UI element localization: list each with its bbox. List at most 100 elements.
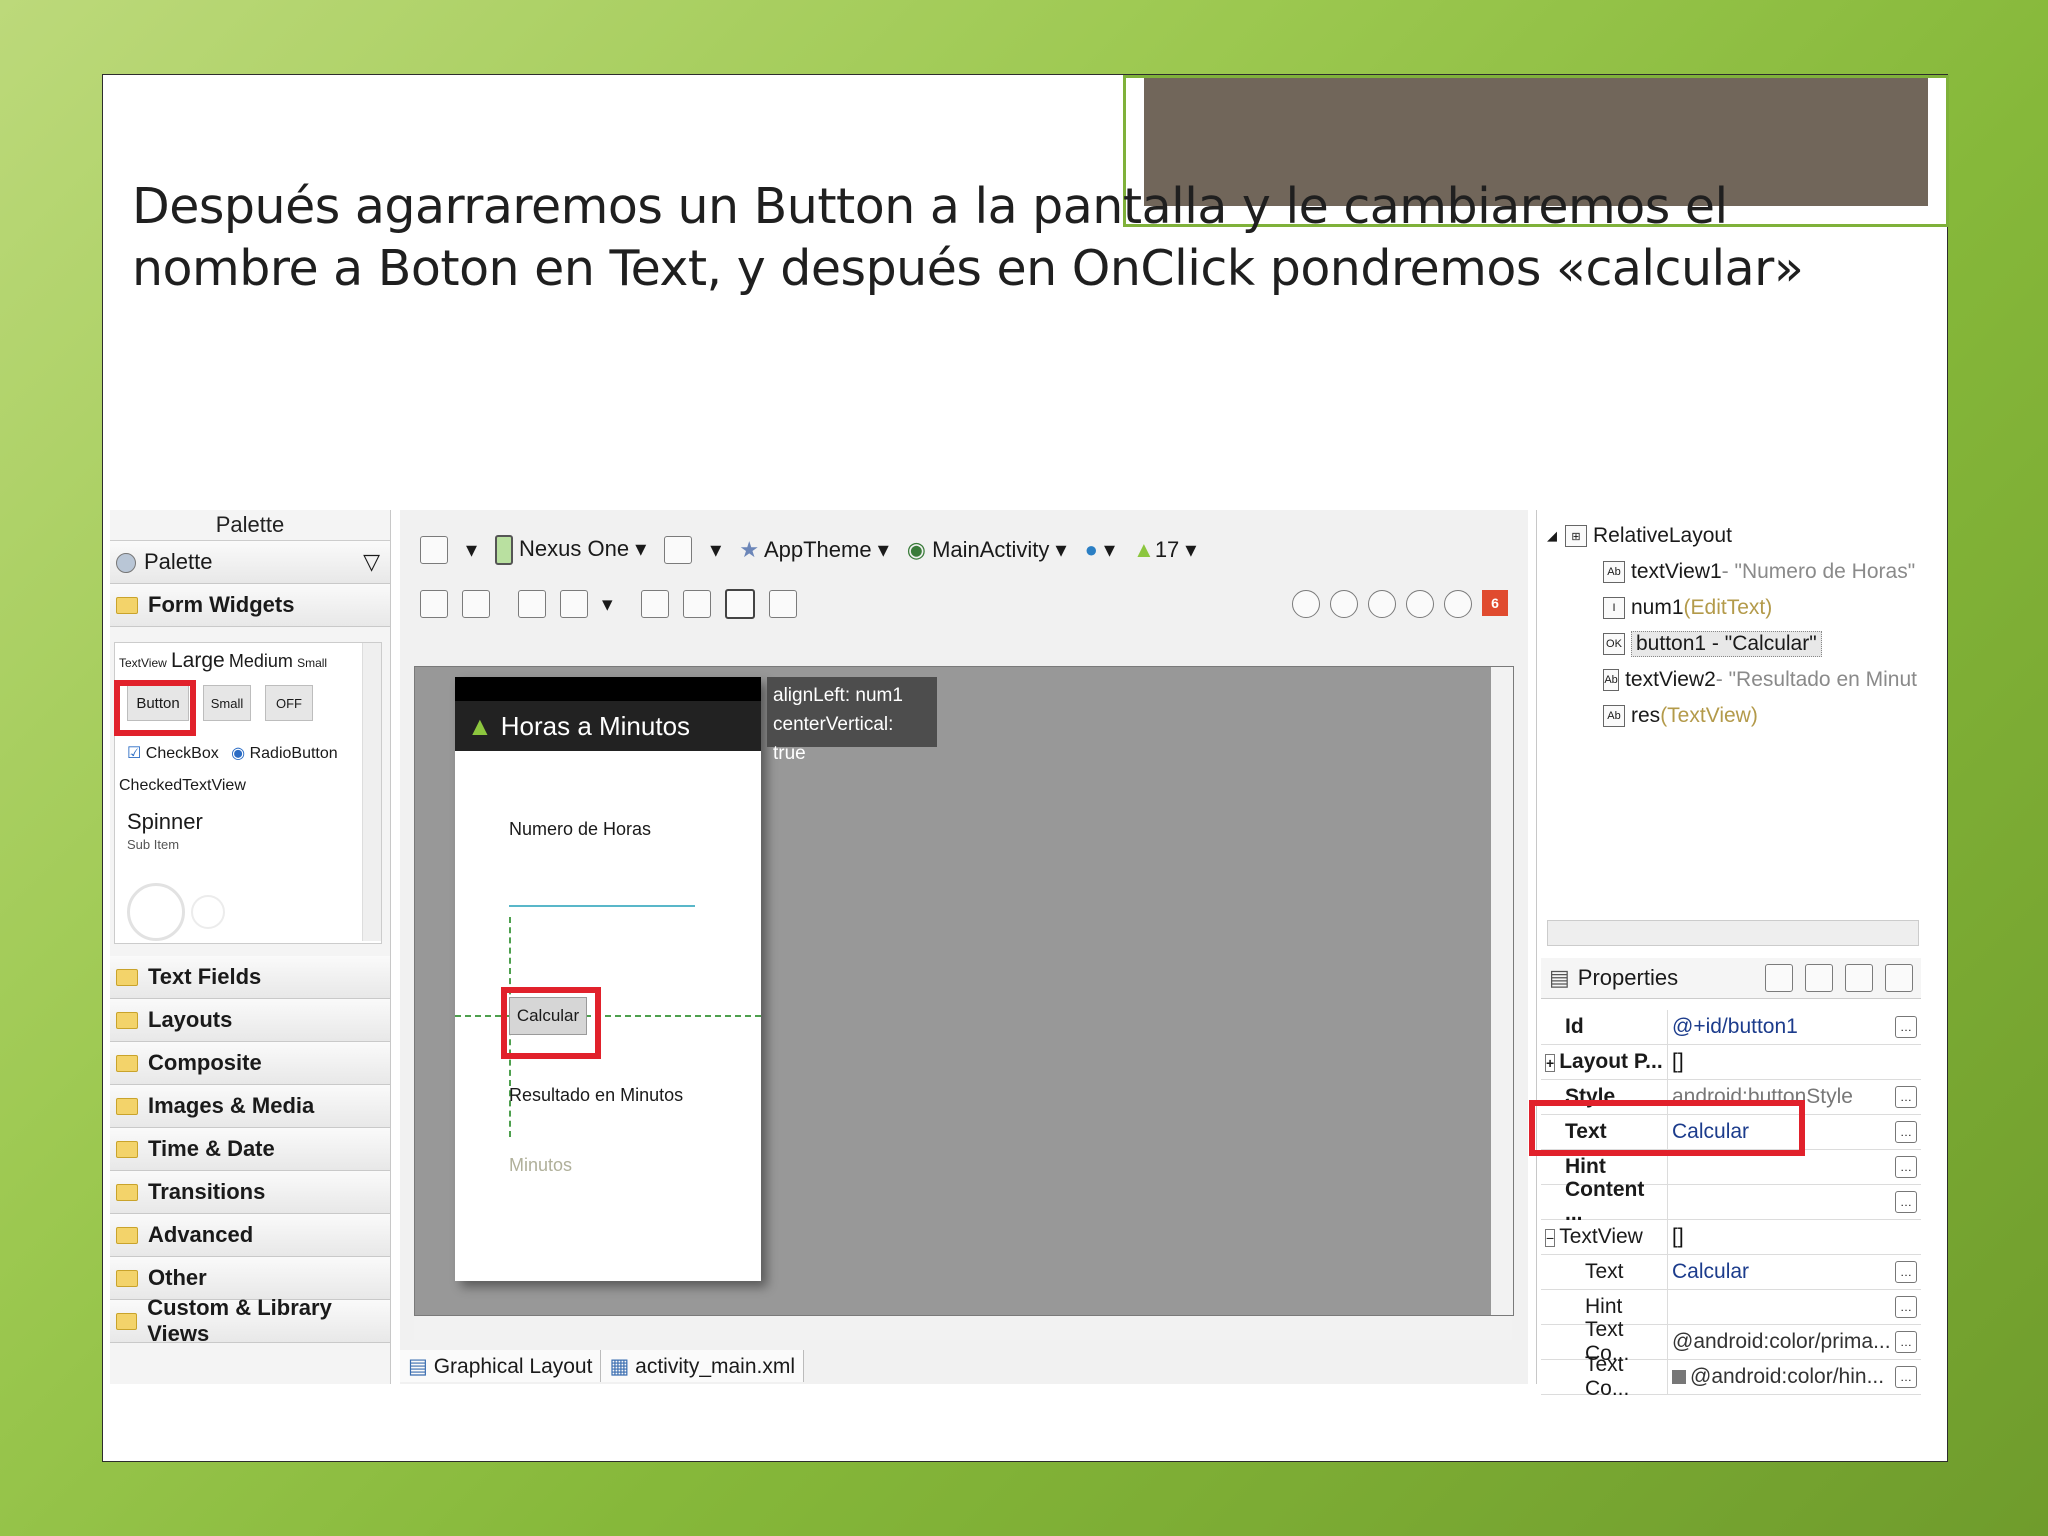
zoom-fit-icon[interactable] xyxy=(1292,590,1320,618)
textview-resultado[interactable]: Resultado en Minutos xyxy=(509,1085,683,1106)
orientation-icon[interactable] xyxy=(664,536,693,564)
zoom-out-icon[interactable] xyxy=(1406,590,1434,618)
prop-value-wrap[interactable]: @android:color/hin... xyxy=(1667,1360,1895,1394)
widget-radiobutton[interactable]: RadioButton xyxy=(250,745,338,762)
prop-row-textview-group[interactable]: − TextView[] xyxy=(1541,1220,1921,1255)
canvas-scrollbar-horizontal[interactable] xyxy=(414,1316,1512,1340)
outline-item[interactable]: Ab textView2 - "Resultado en Minut xyxy=(1547,662,1917,698)
filter-icon[interactable] xyxy=(1765,964,1793,992)
ellipsis-icon[interactable]: … xyxy=(1895,1086,1917,1108)
palette-dropdown-label: Palette xyxy=(144,549,213,574)
ellipsis-icon[interactable]: … xyxy=(1895,1121,1917,1143)
tab-graphical-layout[interactable]: ▤ Graphical Layout xyxy=(400,1350,602,1382)
category-form-widgets[interactable]: Form Widgets xyxy=(110,584,390,627)
prop-row-content[interactable]: Content ...… xyxy=(1541,1178,1921,1225)
prop-value[interactable] xyxy=(1667,1185,1895,1219)
prop-row-textcolorhint[interactable]: Text Co... @android:color/hin...… xyxy=(1541,1353,1921,1400)
collapse-minus-icon[interactable]: − xyxy=(1545,1229,1556,1247)
gravity-icon[interactable] xyxy=(560,590,588,618)
palette-header[interactable]: Palette xyxy=(110,510,390,541)
outline-item-desc: - "Numero de Horas" xyxy=(1721,560,1916,583)
category-layouts[interactable]: Layouts xyxy=(110,999,390,1042)
widget-textview[interactable]: TextView xyxy=(119,656,167,670)
category-composite[interactable]: Composite xyxy=(110,1042,390,1085)
expand-plus-icon[interactable]: + xyxy=(1545,1054,1556,1072)
textview-res[interactable]: Minutos xyxy=(509,1155,572,1176)
expand-all-icon[interactable] xyxy=(1885,964,1913,992)
prop-row-text-nested[interactable]: Text Calcular… xyxy=(1541,1255,1921,1290)
chevron-down-icon[interactable]: ▾ xyxy=(602,592,613,617)
widget-checkedtextview[interactable]: CheckedTextView xyxy=(119,777,246,795)
zoom-real-icon[interactable] xyxy=(1330,590,1358,618)
api-selector[interactable]: ▲17 ▾ xyxy=(1133,537,1196,563)
edittext-num1[interactable] xyxy=(509,883,695,907)
category-label: Text Fields xyxy=(148,964,262,989)
widget-medium-text[interactable]: Medium xyxy=(229,651,293,671)
prop-value[interactable]: @android:color/prima... xyxy=(1667,1325,1895,1359)
widget-checkbox[interactable]: CheckBox xyxy=(146,745,219,762)
ellipsis-icon[interactable]: … xyxy=(1895,1016,1917,1038)
fill-height-icon[interactable] xyxy=(462,590,490,618)
category-advanced[interactable]: Advanced xyxy=(110,1214,390,1257)
activity-selector[interactable]: ◉ MainActivity ▾ xyxy=(907,537,1067,563)
outline-item[interactable]: Ab textView1 - "Numero de Horas" xyxy=(1547,554,1917,590)
tooltip-line-1: alignLeft: num1 xyxy=(773,685,903,706)
device-selector[interactable]: Nexus One ▾ xyxy=(495,535,646,565)
category-text-fields[interactable]: Text Fields xyxy=(110,956,390,999)
category-time-date[interactable]: Time & Date xyxy=(110,1128,390,1171)
prop-value[interactable] xyxy=(1667,1290,1895,1324)
widget-spinner[interactable]: Spinner xyxy=(127,809,203,835)
align-icon[interactable] xyxy=(724,589,755,619)
ellipsis-icon[interactable]: … xyxy=(1895,1331,1917,1353)
locale-selector[interactable]: ● ▾ xyxy=(1085,537,1115,563)
widget-small-text[interactable]: Small xyxy=(297,656,327,670)
ellipsis-icon[interactable]: … xyxy=(1895,1191,1917,1213)
margins-icon[interactable] xyxy=(518,590,546,618)
baseline-icon[interactable] xyxy=(682,590,711,618)
chevron-down-icon[interactable]: ▾ xyxy=(466,537,477,563)
category-images-media[interactable]: Images & Media xyxy=(110,1085,390,1128)
progress-small-icon[interactable] xyxy=(191,895,225,929)
zoom-100-icon[interactable] xyxy=(1368,590,1396,618)
widget-large-text[interactable]: Large xyxy=(171,649,225,672)
ellipsis-icon[interactable]: … xyxy=(1895,1261,1917,1283)
prop-value[interactable]: [] xyxy=(1667,1045,1921,1079)
progress-icon[interactable] xyxy=(127,883,185,941)
outline-item-selected[interactable]: OK button1 - "Calcular" xyxy=(1547,626,1917,662)
zoom-in-icon[interactable] xyxy=(1444,590,1472,618)
textview-icon: Ab xyxy=(1603,669,1620,691)
theme-selector[interactable]: ★ AppTheme ▾ xyxy=(739,537,888,563)
error-badge[interactable]: 6 xyxy=(1482,590,1508,616)
prop-row-layout[interactable]: + Layout P...[] xyxy=(1541,1045,1921,1080)
canvas-scrollbar-vertical[interactable] xyxy=(1491,667,1513,1315)
ellipsis-icon[interactable]: … xyxy=(1895,1366,1917,1388)
widget-toggle-button[interactable]: OFF xyxy=(265,685,313,721)
prop-row-id[interactable]: Id @+id/button1… xyxy=(1541,1010,1921,1045)
prop-value[interactable]: Calcular xyxy=(1667,1255,1895,1289)
advanced-icon[interactable] xyxy=(1845,964,1873,992)
outline-root[interactable]: ◢ ⊞ RelativeLayout xyxy=(1547,518,1917,554)
outline-scrollbar[interactable] xyxy=(1547,920,1919,946)
activity-label: MainActivity xyxy=(932,537,1050,562)
ellipsis-icon[interactable]: … xyxy=(1895,1296,1917,1318)
distribute-icon[interactable] xyxy=(640,590,669,618)
category-transitions[interactable]: Transitions xyxy=(110,1171,390,1214)
outline-item[interactable]: Ab res (TextView) xyxy=(1547,698,1917,734)
config-icon[interactable] xyxy=(420,536,448,564)
resize-icon[interactable] xyxy=(768,590,797,618)
ellipsis-icon[interactable]: … xyxy=(1895,1156,1917,1178)
palette-dropdown[interactable]: Palette ▽ xyxy=(110,541,390,584)
design-canvas[interactable]: ▲ Horas a Minutos Numero de Horas Calcula… xyxy=(414,666,1514,1316)
category-other[interactable]: Other xyxy=(110,1257,390,1300)
category-custom-library[interactable]: Custom & Library Views xyxy=(110,1295,390,1346)
chevron-down-icon[interactable]: ▾ xyxy=(710,537,721,563)
outline-item[interactable]: Inum1 (EditText) xyxy=(1547,590,1917,626)
fill-width-icon[interactable] xyxy=(420,590,448,618)
prop-value[interactable]: @+id/button1 xyxy=(1667,1010,1895,1044)
tab-xml[interactable]: ▦ activity_main.xml xyxy=(601,1350,805,1382)
prop-value[interactable]: [] xyxy=(1667,1220,1921,1254)
widget-small-button[interactable]: Small xyxy=(203,685,251,721)
textview-horas[interactable]: Numero de Horas xyxy=(509,819,651,840)
sort-az-icon[interactable] xyxy=(1805,964,1833,992)
palette-scrollbar[interactable] xyxy=(362,643,381,941)
